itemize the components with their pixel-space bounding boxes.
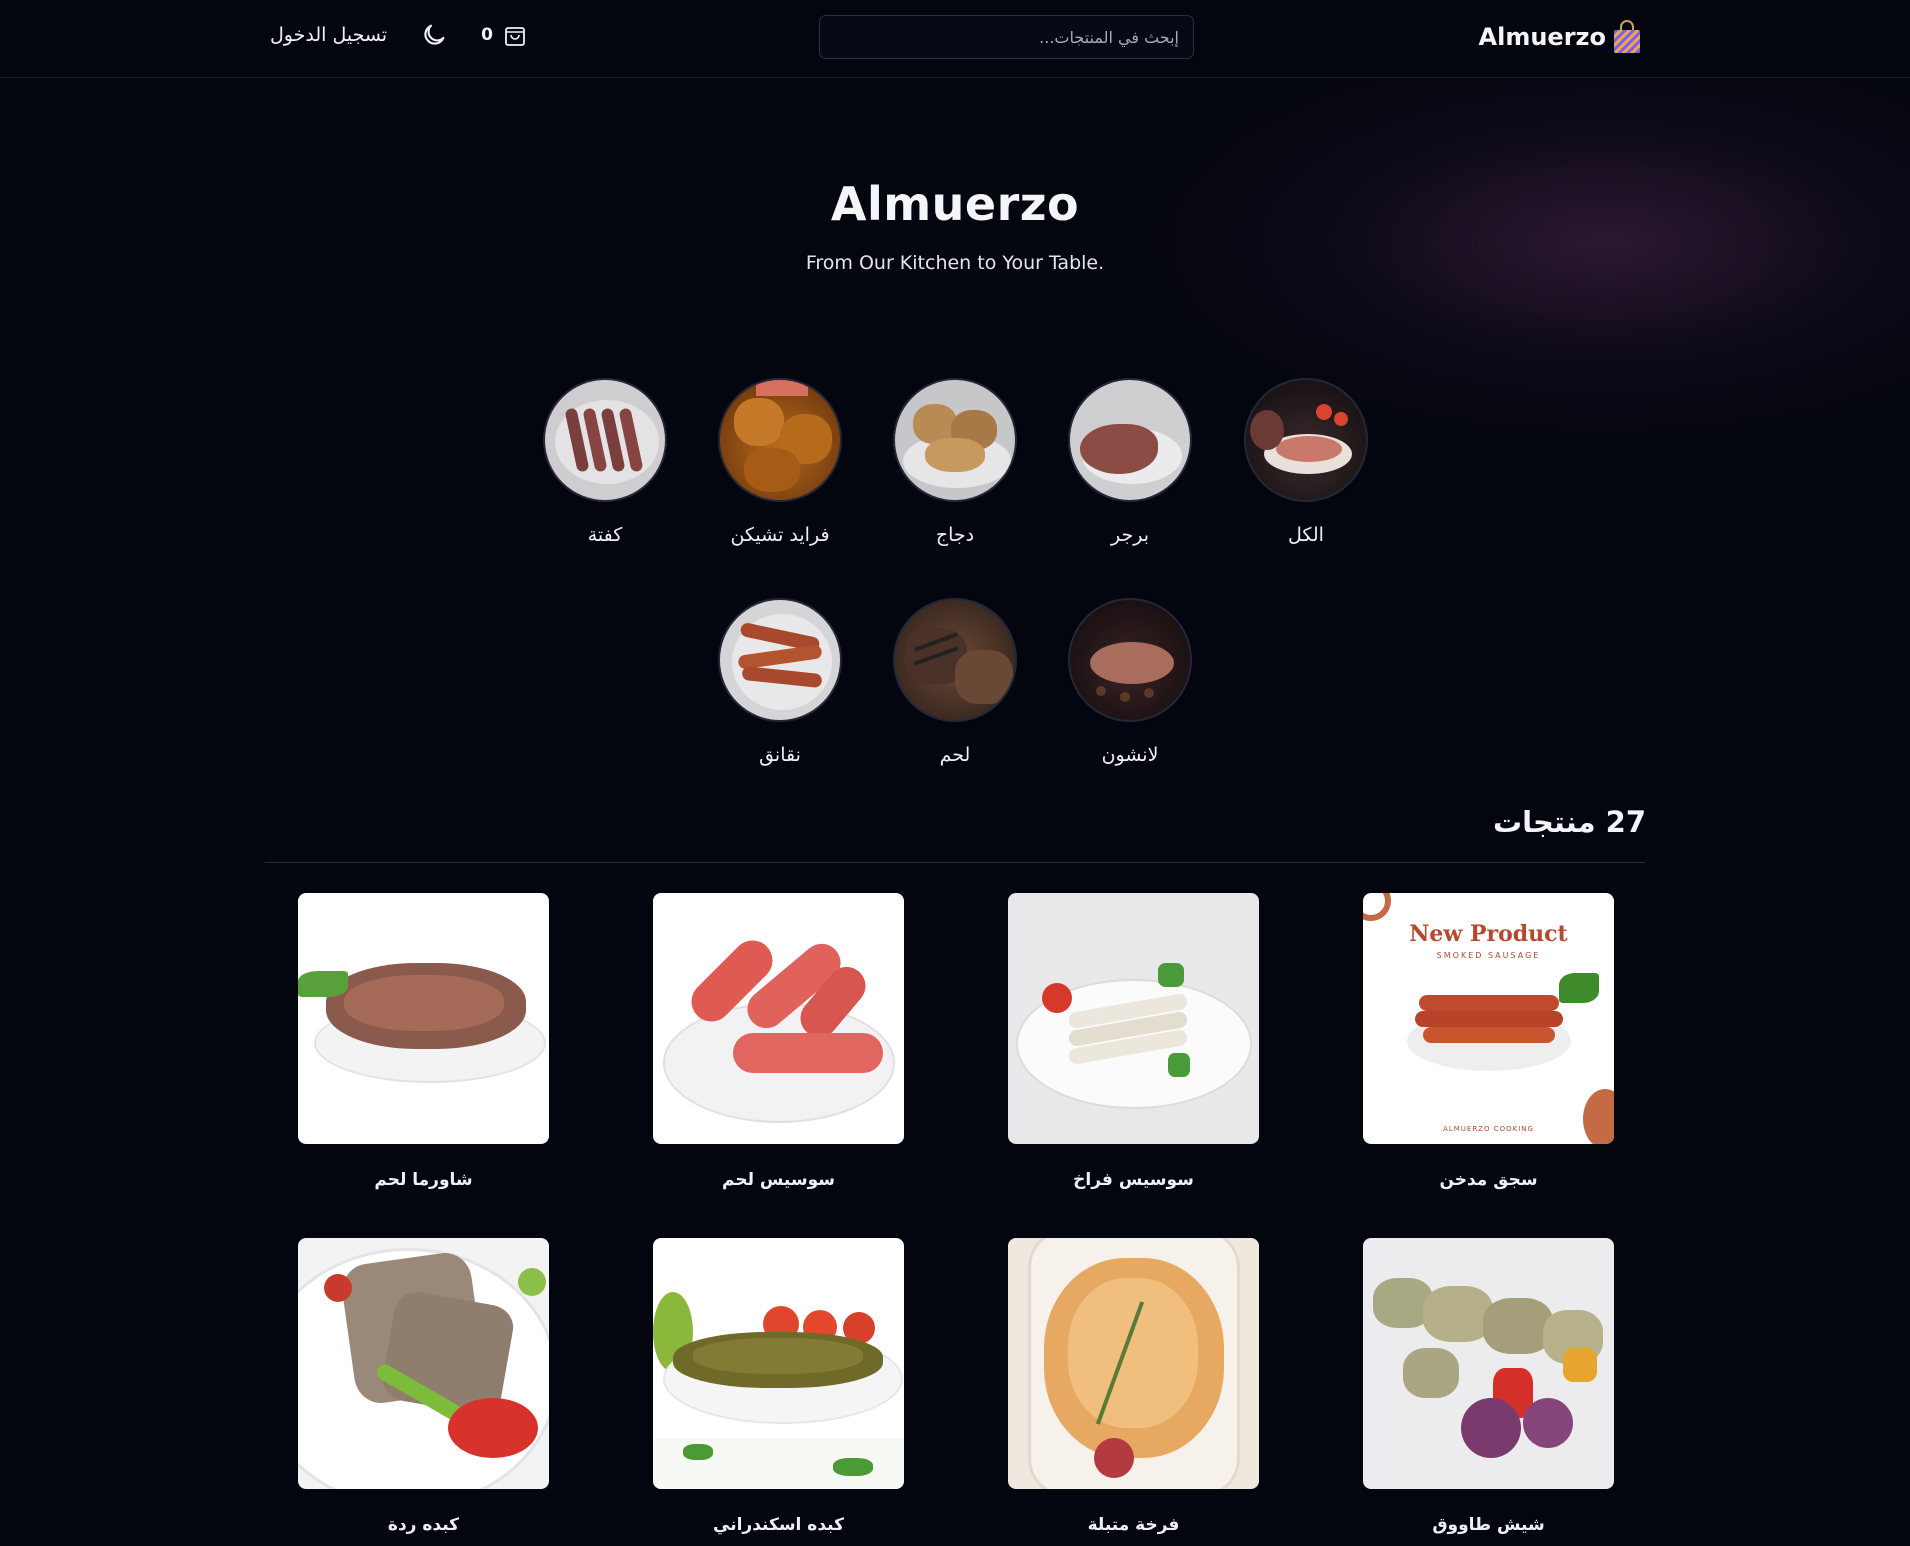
product-name: سوسيس فراخ [1073, 1170, 1194, 1190]
product-card[interactable]: New Product SMOKED SAUSAGE ALMUERZO COOK… [1363, 893, 1614, 1190]
products-count-heading: 27 منتجات [1492, 805, 1646, 839]
product-image [1008, 893, 1259, 1144]
product-card[interactable]: سوسيس لحم [653, 893, 904, 1190]
brand-name: Almuerzo [1478, 23, 1606, 51]
product-name: شاورما لحم [374, 1170, 473, 1190]
category-sausages[interactable]: نقانق [710, 598, 850, 766]
shopping-bag-icon [505, 27, 525, 46]
category-image [1068, 378, 1192, 502]
category-image [1068, 598, 1192, 722]
product-image [653, 1238, 904, 1489]
dark-mode-toggle[interactable] [417, 18, 451, 52]
category-meat[interactable]: لحم [885, 598, 1025, 766]
category-all[interactable]: الكل [1236, 378, 1376, 546]
promo-subtitle: SMOKED SAUSAGE [1436, 951, 1541, 960]
product-name: سوسيس لحم [722, 1170, 835, 1190]
moon-icon [424, 24, 445, 45]
category-image [543, 378, 667, 502]
login-link[interactable]: تسجيل الدخول [270, 24, 387, 46]
category-image [718, 378, 842, 502]
hero-subtitle: From Our Kitchen to Your Table. [805, 252, 1105, 274]
category-label: برجر [1111, 524, 1149, 546]
product-image [1008, 1238, 1259, 1489]
category-luncheon[interactable]: لانشون [1060, 598, 1200, 766]
category-kofta[interactable]: كفتة [535, 378, 675, 546]
product-card[interactable]: كبده ردة [298, 1238, 549, 1535]
category-label: كفتة [587, 524, 623, 546]
brand[interactable]: Almuerzo [1479, 20, 1642, 54]
category-image [893, 378, 1017, 502]
top-navbar: Almuerzo تسجيل الدخول [0, 0, 1910, 78]
category-chicken[interactable]: دجاج [885, 378, 1025, 546]
category-image [893, 598, 1017, 722]
product-image [298, 893, 549, 1144]
promo-title: New Product [1409, 921, 1568, 947]
product-image: New Product SMOKED SAUSAGE ALMUERZO COOK… [1363, 893, 1614, 1144]
search-input[interactable] [819, 15, 1194, 59]
product-name: سجق مدخن [1439, 1170, 1538, 1190]
section-divider [265, 862, 1645, 863]
product-card[interactable]: فرخة متبلة [1008, 1238, 1259, 1535]
category-label: لحم [939, 744, 971, 766]
shopping-bag-logo-icon [1614, 20, 1640, 53]
cart-count: 0 [481, 25, 493, 45]
product-name: كبده اسكندراني [713, 1515, 844, 1535]
product-card[interactable]: سوسيس فراخ [1008, 893, 1259, 1190]
cart-button[interactable]: 0 [481, 22, 527, 48]
category-label: لانشون [1101, 744, 1159, 766]
category-label: فرايد تشيكن [730, 524, 830, 546]
product-name: شيش طاووق [1432, 1515, 1545, 1535]
product-card[interactable]: شيش طاووق [1363, 1238, 1614, 1535]
product-card[interactable]: شاورما لحم [298, 893, 549, 1190]
category-burger[interactable]: برجر [1060, 378, 1200, 546]
header-actions: تسجيل الدخول 0 [270, 18, 527, 52]
category-fried-chicken[interactable]: فرايد تشيكن [710, 378, 850, 546]
category-label: نقانق [759, 744, 801, 766]
promo-footer: ALMUERZO COOKING [1443, 1125, 1534, 1133]
category-label: الكل [1288, 524, 1324, 546]
hero-title: Almuerzo [830, 177, 1080, 231]
product-card[interactable]: كبده اسكندراني [653, 1238, 904, 1535]
product-name: كبده ردة [387, 1515, 460, 1535]
category-image [1244, 378, 1368, 502]
product-image [298, 1238, 549, 1489]
product-image [1363, 1238, 1614, 1489]
category-label: دجاج [935, 524, 975, 546]
page: Almuerzo تسجيل الدخول [0, 0, 1910, 1546]
product-name: فرخة متبلة [1087, 1515, 1180, 1535]
category-image [718, 598, 842, 722]
product-image [653, 893, 904, 1144]
